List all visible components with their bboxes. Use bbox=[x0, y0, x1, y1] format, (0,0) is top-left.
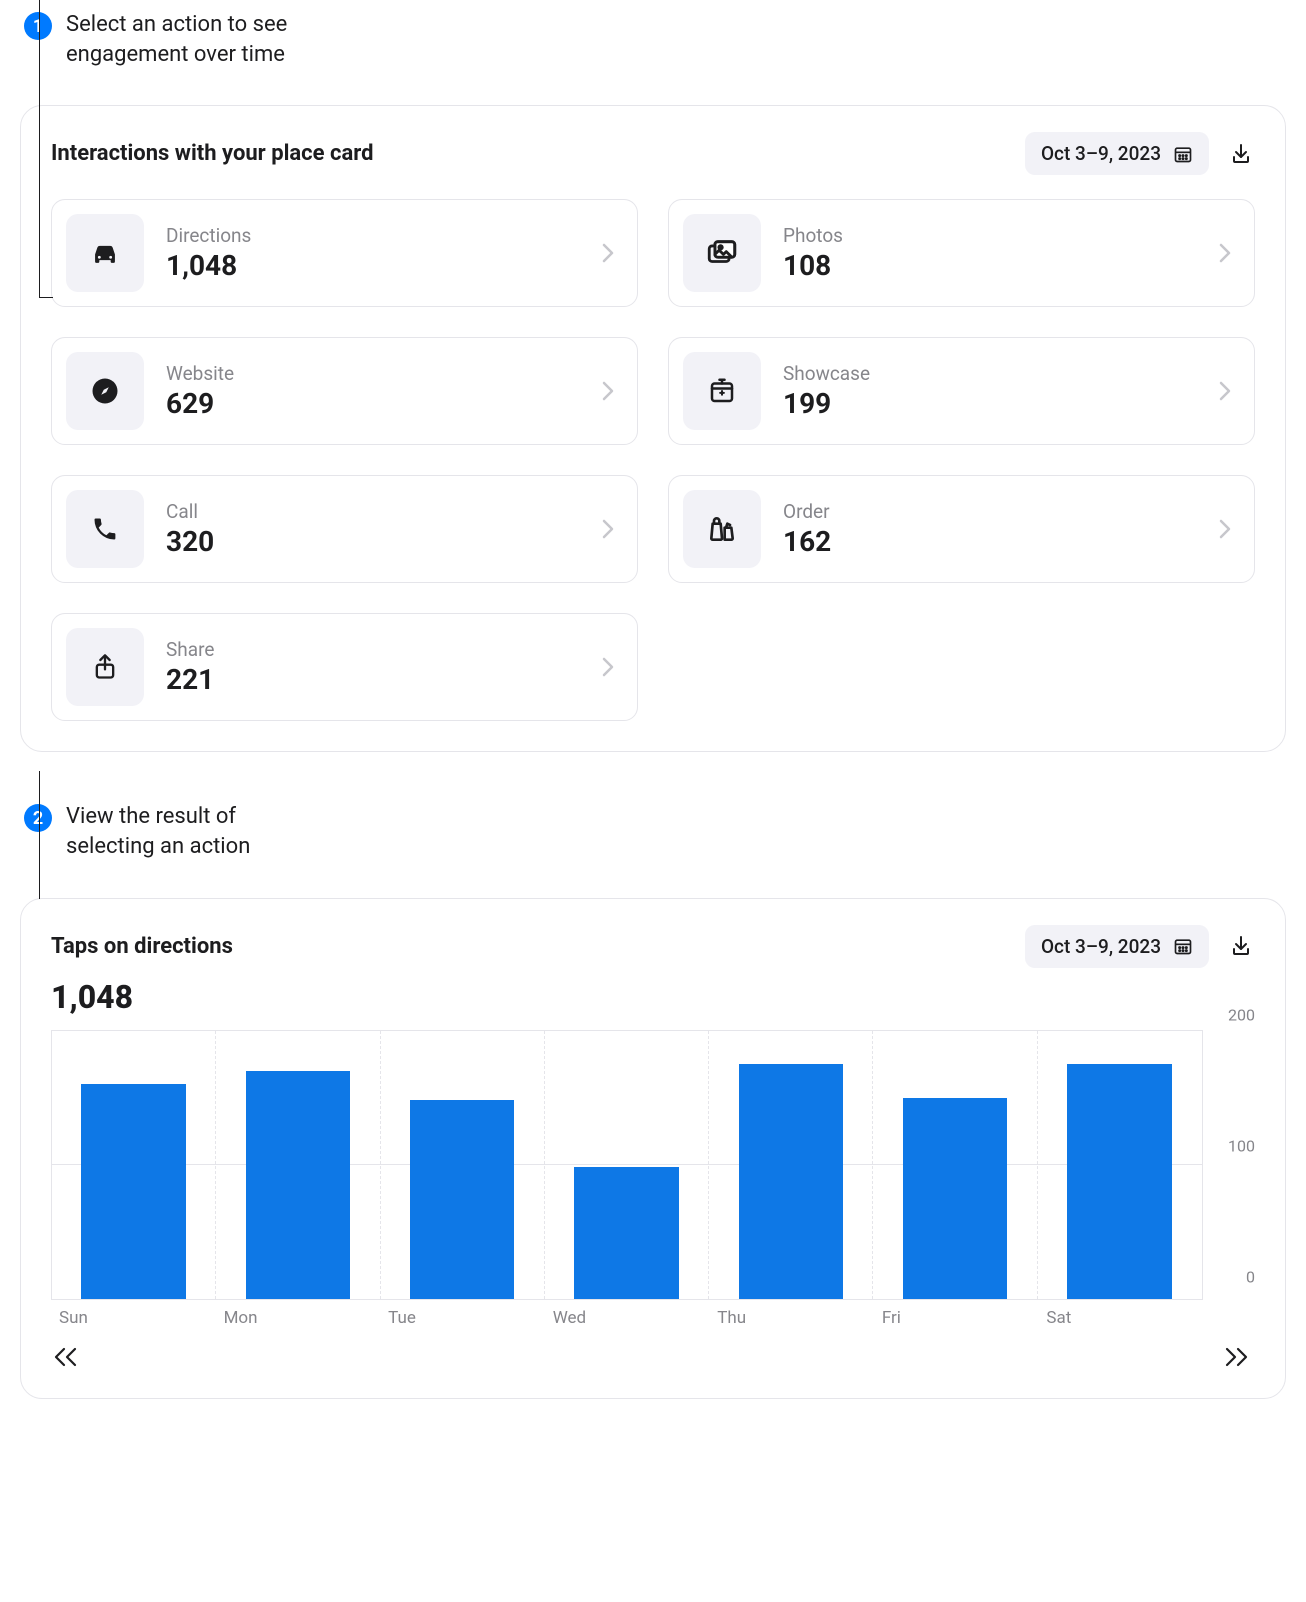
x-axis: SunMonTueWedThuFriSat bbox=[51, 1308, 1255, 1328]
metric-card-showcase[interactable]: Showcase199 bbox=[668, 337, 1255, 445]
chevron-right-icon bbox=[1218, 380, 1232, 402]
bar-thu bbox=[709, 1031, 873, 1299]
x-label: Sat bbox=[1038, 1308, 1203, 1328]
chevron-right-icon bbox=[601, 242, 615, 264]
metric-label: Showcase bbox=[783, 362, 1196, 385]
metric-value: 108 bbox=[783, 249, 1196, 282]
metric-card-website[interactable]: Website629 bbox=[51, 337, 638, 445]
x-label: Mon bbox=[216, 1308, 381, 1328]
metric-card-order[interactable]: Order162 bbox=[668, 475, 1255, 583]
x-label: Sun bbox=[51, 1308, 216, 1328]
metric-card-photos[interactable]: Photos108 bbox=[668, 199, 1255, 307]
download-icon bbox=[1229, 142, 1253, 166]
metric-card-share[interactable]: Share221 bbox=[51, 613, 638, 721]
metric-label: Directions bbox=[166, 224, 579, 247]
y-axis: 0100200 bbox=[1202, 1030, 1255, 1300]
panel-title: Interactions with your place card bbox=[51, 141, 373, 166]
y-tick: 200 bbox=[1220, 1005, 1255, 1024]
date-range-text: Oct 3–9, 2023 bbox=[1041, 935, 1161, 958]
y-tick: 100 bbox=[1220, 1136, 1255, 1155]
metric-label: Order bbox=[783, 500, 1196, 523]
x-label: Thu bbox=[709, 1308, 874, 1328]
x-label: Wed bbox=[545, 1308, 710, 1328]
share-icon bbox=[66, 628, 144, 706]
metric-value: 221 bbox=[166, 663, 579, 696]
chevron-right-icon bbox=[601, 656, 615, 678]
chevron-right-icon bbox=[1218, 242, 1232, 264]
metric-value: 199 bbox=[783, 387, 1196, 420]
metric-label: Call bbox=[166, 500, 579, 523]
chevron-double-left-icon bbox=[53, 1346, 79, 1368]
chart-total: 1,048 bbox=[51, 978, 1255, 1016]
compass-icon bbox=[66, 352, 144, 430]
chevron-right-icon bbox=[1218, 518, 1232, 540]
next-week-button[interactable] bbox=[1223, 1346, 1249, 1368]
callout-bullet: 1 bbox=[24, 12, 52, 40]
metric-card-directions[interactable]: Directions1,048 bbox=[51, 199, 638, 307]
bar-mon bbox=[216, 1031, 380, 1299]
date-range-picker[interactable]: Oct 3–9, 2023 bbox=[1025, 132, 1209, 175]
bar-tue bbox=[381, 1031, 545, 1299]
car-icon bbox=[66, 214, 144, 292]
callout-text: View the result of selecting an action bbox=[66, 802, 296, 861]
bar-fri bbox=[873, 1031, 1037, 1299]
metric-label: Photos bbox=[783, 224, 1196, 247]
download-button[interactable] bbox=[1227, 140, 1255, 168]
prev-week-button[interactable] bbox=[53, 1346, 79, 1368]
date-range-picker[interactable]: Oct 3–9, 2023 bbox=[1025, 925, 1209, 968]
callout-1: 1 Select an action to see engagement ove… bbox=[24, 10, 1286, 69]
photos-icon bbox=[683, 214, 761, 292]
download-button[interactable] bbox=[1227, 932, 1255, 960]
callout-2: 2 View the result of selecting an action bbox=[24, 802, 1286, 861]
metric-value: 320 bbox=[166, 525, 579, 558]
bar-sat bbox=[1038, 1031, 1202, 1299]
chevron-right-icon bbox=[601, 380, 615, 402]
metric-value: 629 bbox=[166, 387, 579, 420]
callout-bullet: 2 bbox=[24, 804, 52, 832]
metric-value: 162 bbox=[783, 525, 1196, 558]
chevron-right-icon bbox=[601, 518, 615, 540]
chart-title: Taps on directions bbox=[51, 934, 233, 959]
calendar-icon bbox=[1173, 144, 1193, 164]
metric-value: 1,048 bbox=[166, 249, 579, 282]
order-icon bbox=[683, 490, 761, 568]
metric-label: Share bbox=[166, 638, 579, 661]
x-label: Tue bbox=[380, 1308, 545, 1328]
callout-text: Select an action to see engagement over … bbox=[66, 10, 346, 69]
download-icon bbox=[1229, 934, 1253, 958]
bar-chart bbox=[51, 1030, 1202, 1300]
date-range-text: Oct 3–9, 2023 bbox=[1041, 142, 1161, 165]
bar-wed bbox=[545, 1031, 709, 1299]
chevron-double-right-icon bbox=[1223, 1346, 1249, 1368]
bar-sun bbox=[52, 1031, 216, 1299]
metric-label: Website bbox=[166, 362, 579, 385]
y-tick: 0 bbox=[1238, 1267, 1255, 1286]
chart-panel: Taps on directions Oct 3–9, 2023 bbox=[20, 898, 1286, 1399]
showcase-icon bbox=[683, 352, 761, 430]
x-label: Fri bbox=[874, 1308, 1039, 1328]
phone-icon bbox=[66, 490, 144, 568]
calendar-icon bbox=[1173, 936, 1193, 956]
metric-card-call[interactable]: Call320 bbox=[51, 475, 638, 583]
interactions-panel: Interactions with your place card Oct 3–… bbox=[20, 105, 1286, 752]
